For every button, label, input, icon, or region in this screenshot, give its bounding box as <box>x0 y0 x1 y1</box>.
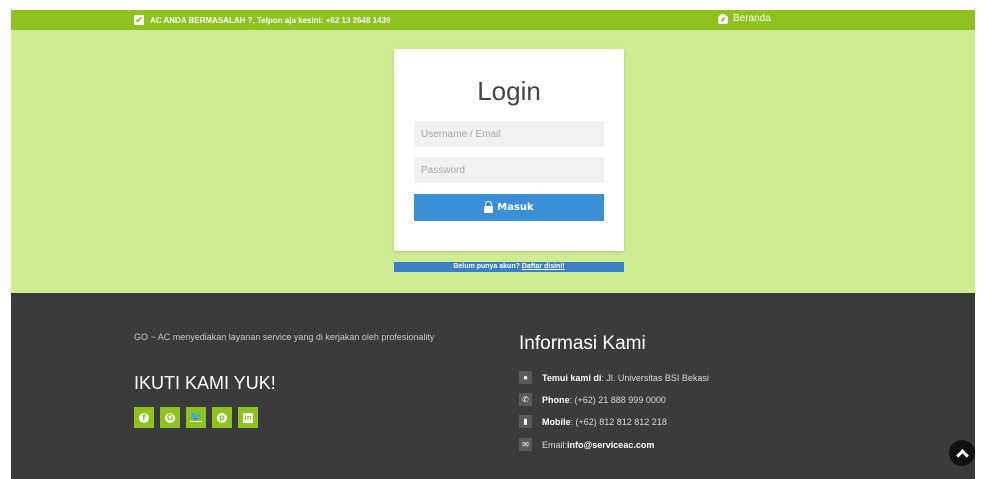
login-title: Login <box>477 76 541 106</box>
email-value[interactable]: info@serviceac.com <box>567 440 654 450</box>
chevron-up-icon <box>955 448 969 462</box>
checkbox-icon: ✔ <box>134 14 144 25</box>
address-value: : Jl. Universitas BSI Bekasi <box>601 372 709 383</box>
linkedin-icon: in <box>243 412 253 423</box>
contact-notice-text: AC ANDA BERMASALAH ?, Telpon aja kesini:… <box>150 15 391 25</box>
google-plus-icon: G <box>165 412 175 423</box>
scroll-top-button[interactable] <box>949 440 975 466</box>
mobile-value: : (+62) 812 812 812 218 <box>570 416 667 427</box>
pinterest-icon: p <box>217 412 227 423</box>
map-marker-icon: ● <box>519 371 532 384</box>
info-mobile: ▮ Mobile: (+62) 812 812 812 218 <box>519 415 667 428</box>
home-link[interactable]: Beranda <box>718 13 771 24</box>
address-label: Temui kami di <box>542 372 602 383</box>
unlock-icon <box>484 200 494 213</box>
twitter-icon: 🐦 <box>189 412 203 423</box>
google-plus-button[interactable]: G <box>160 407 180 428</box>
dashboard-icon <box>718 13 728 24</box>
facebook-icon: f <box>139 412 149 423</box>
footer-description: GO ~ AC menyediakan layanan service yang… <box>134 332 435 342</box>
login-card: Login Masuk <box>394 49 624 251</box>
info-phone: ✆ Phone: (+62) 21 888 999 0000 <box>519 393 666 406</box>
email-label: Email: <box>542 439 568 450</box>
facebook-button[interactable]: f <box>134 407 154 428</box>
top-bar: ✔ AC ANDA BERMASALAH ?, Telpon aja kesin… <box>11 10 975 30</box>
phone-icon: ✆ <box>519 393 532 406</box>
page-frame: ✔ AC ANDA BERMASALAH ?, Telpon aja kesin… <box>11 10 975 479</box>
social-links: f G 🐦 p in <box>134 407 258 428</box>
footer: GO ~ AC menyediakan layanan service yang… <box>11 293 975 479</box>
twitter-button[interactable]: 🐦 <box>186 407 206 428</box>
mobile-label: Mobile <box>542 416 571 427</box>
home-link-label: Beranda <box>733 13 771 24</box>
mobile-icon: ▮ <box>519 415 532 428</box>
contact-notice: ✔ AC ANDA BERMASALAH ?, Telpon aja kesin… <box>134 15 390 25</box>
pinterest-button[interactable]: p <box>212 407 232 428</box>
info-address: ● Temui kami di: Jl. Universitas BSI Bek… <box>519 371 709 384</box>
password-input[interactable] <box>414 157 604 183</box>
envelope-icon: ✉ <box>519 438 532 451</box>
login-button[interactable]: Masuk <box>414 194 604 221</box>
phone-value: : (+62) 21 888 999 0000 <box>569 394 666 405</box>
phone-label: Phone <box>542 394 570 405</box>
register-prompt: Belum punya akun? <box>453 263 520 270</box>
username-input[interactable] <box>414 121 604 147</box>
info-email: ✉ Email: info@serviceac.com <box>519 438 654 451</box>
register-link[interactable]: Daftar disini! <box>522 263 565 270</box>
follow-title: IKUTI KAMI YUK! <box>134 373 276 393</box>
linkedin-button[interactable]: in <box>238 407 258 428</box>
register-bar: Belum punya akun? Daftar disini! <box>394 262 624 272</box>
login-button-label: Masuk <box>497 202 534 213</box>
hero-section: Login Masuk Belum punya akun? Daftar dis… <box>11 30 975 293</box>
info-title: Informasi Kami <box>519 333 646 354</box>
